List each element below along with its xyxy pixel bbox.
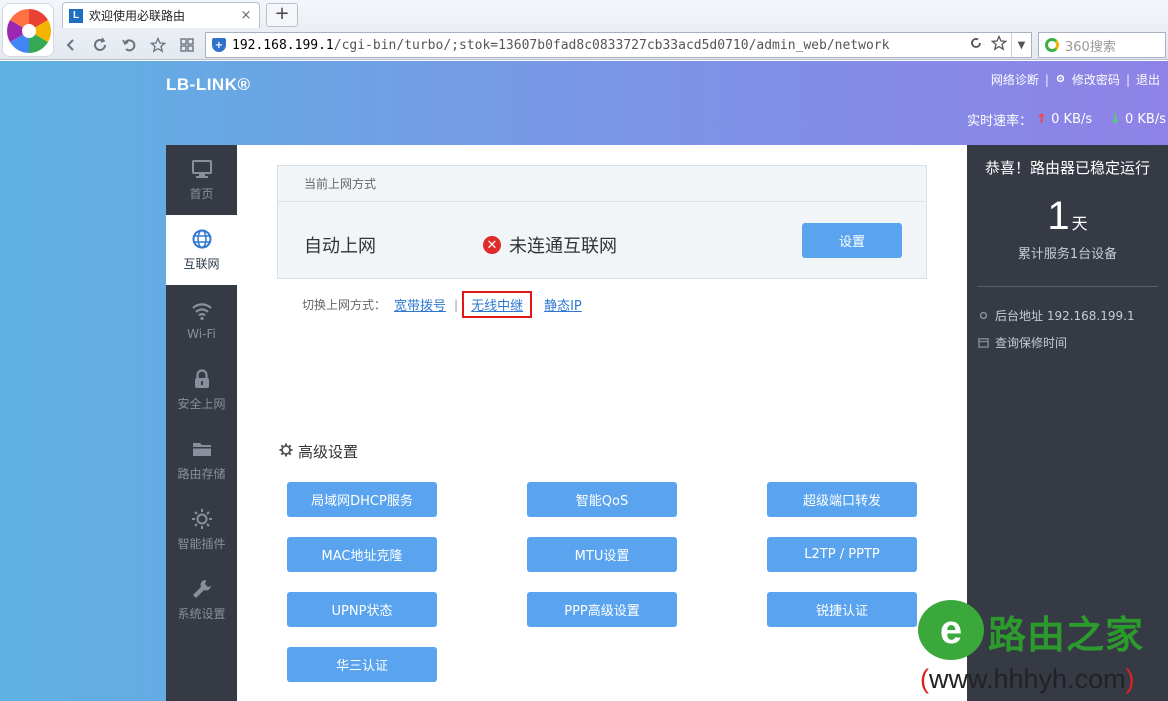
- stable-run-title: 恭喜！路由器已稳定运行: [984, 159, 1150, 177]
- undo-icon[interactable]: [118, 34, 140, 56]
- l2tp-pptp-button[interactable]: L2TP / PPTP: [767, 537, 917, 572]
- lblink-favicon-icon: L: [69, 8, 83, 23]
- sidebar-item-storage[interactable]: 路由存储: [166, 425, 237, 495]
- connection-status: ✕ 未连通互联网: [483, 232, 617, 258]
- browser-chrome: L 欢迎使用必联路由 × + + 192.168.199.1/cgi-bin/t…: [0, 0, 1168, 60]
- uptime-unit: 天: [1071, 214, 1088, 233]
- brand-logo: LB-LINK®: [166, 75, 251, 94]
- settings-gear-icon: [1055, 73, 1066, 87]
- setup-button[interactable]: 设置: [802, 223, 902, 258]
- realtime-speed: 实时速率： ↑ 0 KB/s ↓ 0 KB/s: [967, 110, 1166, 129]
- warranty-row[interactable]: 查询保修时间: [977, 334, 1168, 351]
- advanced-settings-label: 高级设置: [298, 443, 359, 461]
- download-arrow-icon: ↓: [1110, 112, 1121, 127]
- upload-speed: 0 KB/s: [1051, 112, 1093, 127]
- back-icon[interactable]: [60, 34, 82, 56]
- error-x-icon: ✕: [483, 236, 501, 254]
- sidebar-item-plugins[interactable]: 智能插件: [166, 495, 237, 565]
- switch-pppoe-link[interactable]: 宽带拨号: [386, 295, 454, 314]
- new-tab-button[interactable]: +: [266, 3, 298, 27]
- tab-title: 欢迎使用必联路由: [89, 9, 186, 23]
- sidebar-item-home[interactable]: 首页: [166, 145, 237, 215]
- gear-icon: [279, 443, 293, 461]
- watermark-url: (www.hhhyh.com): [920, 664, 1135, 694]
- port-forward-button[interactable]: 超级端口转发: [767, 482, 917, 517]
- refresh-icon[interactable]: [89, 34, 111, 56]
- admin-address: 后台地址 192.168.199.1: [995, 309, 1135, 323]
- top-links: 网络诊断 | 修改密码 | 退出: [990, 71, 1160, 88]
- apps-grid-icon[interactable]: [176, 34, 198, 56]
- search-360-icon: [1045, 38, 1059, 52]
- current-mode: 自动上网: [304, 236, 376, 257]
- sidebar-item-label: 安全上网: [177, 397, 226, 411]
- uptime-days: 1: [1047, 194, 1070, 238]
- watermark-name: 路由之家: [988, 613, 1145, 657]
- browser-logo-icon[interactable]: [2, 3, 54, 57]
- h3c-auth-button[interactable]: 华三认证: [287, 647, 437, 682]
- download-speed: 0 KB/s: [1125, 112, 1166, 127]
- sidebar-item-label: 路由存储: [177, 467, 226, 481]
- sidebar-item-security[interactable]: 安全上网: [166, 355, 237, 425]
- ppp-advanced-button[interactable]: PPP高级设置: [527, 592, 677, 627]
- network-diagnose-link[interactable]: 网络诊断: [991, 71, 1039, 88]
- uptime: 1天: [967, 194, 1168, 239]
- served-devices: 累计服务1台设备: [1017, 247, 1118, 262]
- lock-icon: [194, 369, 209, 388]
- speed-label: 实时速率：: [967, 114, 1033, 129]
- smart-qos-button[interactable]: 智能QoS: [527, 482, 677, 517]
- warranty-link[interactable]: 查询保修时间: [995, 334, 1067, 351]
- address-bar[interactable]: + 192.168.199.1/cgi-bin/turbo/;stok=1360…: [205, 32, 1032, 58]
- bookmark-star-icon[interactable]: [990, 34, 1008, 55]
- folder-icon: [192, 443, 211, 456]
- sidebar-item-system[interactable]: 系统设置: [166, 565, 237, 635]
- upnp-status-button[interactable]: UPNP状态: [287, 592, 437, 627]
- sidebar-item-wifi[interactable]: Wi-Fi: [166, 285, 237, 355]
- sidebar: 首页 互联网 Wi-Fi 安全上网 路由存储 智能插件 系统设置: [166, 145, 237, 701]
- sidebar-item-label: 系统设置: [177, 607, 226, 621]
- current-mode-panel: 当前上网方式 自动上网 ✕ 未连通互联网 设置: [277, 165, 927, 279]
- monitor-icon: [191, 160, 212, 178]
- lan-dhcp-button[interactable]: 局域网DHCP服务: [287, 482, 437, 517]
- divider: [977, 286, 1158, 287]
- browser-tab[interactable]: L 欢迎使用必联路由 ×: [62, 2, 260, 28]
- security-shield-icon: +: [212, 38, 226, 52]
- change-password-link[interactable]: 修改密码: [1072, 71, 1120, 88]
- current-mode-header: 当前上网方式: [278, 166, 926, 202]
- tab-close-icon[interactable]: ×: [239, 8, 253, 23]
- switch-label: 切换上网方式：: [302, 298, 387, 312]
- wrench-icon: [192, 580, 211, 598]
- sidebar-item-label: 互联网: [183, 257, 220, 271]
- admin-address-row: 后台地址 192.168.199.1: [977, 307, 1168, 324]
- globe-icon: [192, 229, 211, 249]
- gear-icon: [977, 310, 989, 322]
- switch-static-ip-link[interactable]: 静态IP: [536, 295, 590, 314]
- favorite-star-icon[interactable]: [147, 34, 169, 56]
- search-box[interactable]: 360搜索: [1038, 32, 1166, 58]
- logout-link[interactable]: 退出: [1136, 71, 1160, 88]
- watermark: e 路由之家 (www.hhhyh.com): [918, 600, 1168, 701]
- sidebar-item-label: 智能插件: [177, 537, 226, 551]
- connection-status-text: 未连通互联网: [509, 236, 617, 257]
- mtu-settings-button[interactable]: MTU设置: [527, 537, 677, 572]
- url-text[interactable]: 192.168.199.1/cgi-bin/turbo/;stok=13607b…: [232, 38, 969, 53]
- advanced-settings-title: 高级设置: [279, 441, 358, 462]
- switch-wireless-repeater-link[interactable]: 无线中继: [462, 291, 533, 318]
- upload-arrow-icon: ↑: [1036, 112, 1048, 127]
- calendar-icon: [977, 337, 989, 349]
- mac-clone-button[interactable]: MAC地址克隆: [287, 537, 437, 572]
- search-placeholder: 360搜索: [1065, 39, 1116, 55]
- sidebar-item-label: Wi-Fi: [187, 326, 216, 341]
- sidebar-item-label: 首页: [189, 187, 214, 201]
- reload-e-icon[interactable]: [969, 36, 983, 54]
- wifi-icon: [191, 302, 212, 320]
- watermark-logo-icon: e: [918, 600, 984, 660]
- lightbulb-icon: [191, 509, 212, 529]
- ruijie-auth-button[interactable]: 锐捷认证: [767, 592, 917, 627]
- switch-mode-row: 切换上网方式： 宽带拨号 | 无线中继 静态IP: [302, 291, 590, 318]
- sidebar-item-internet[interactable]: 互联网: [166, 215, 237, 285]
- address-dropdown-icon[interactable]: ▼: [1011, 33, 1031, 57]
- main-content: 当前上网方式 自动上网 ✕ 未连通互联网 设置 切换上网方式： 宽带拨号 | 无…: [237, 145, 967, 701]
